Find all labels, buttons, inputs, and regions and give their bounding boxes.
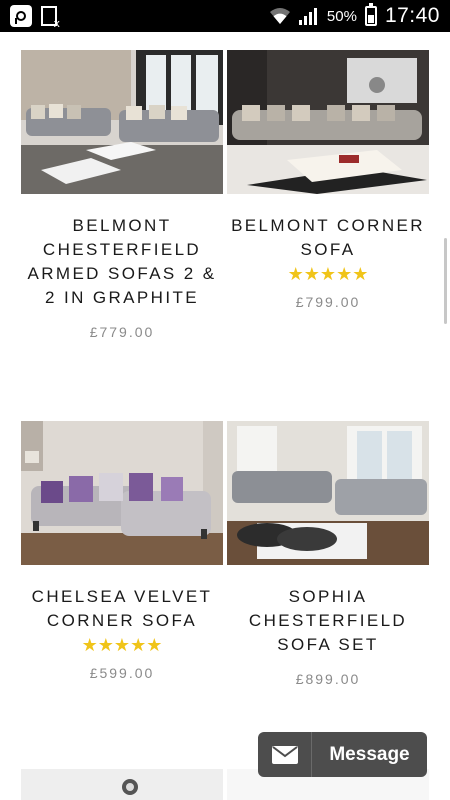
signal-icon (298, 8, 317, 25)
product-grid: BELMONT CHESTERFIELD ARMED SOFAS 2 & 2 I… (0, 32, 450, 800)
battery-percentage: 50% (326, 7, 357, 25)
clock-time: 17:40 (384, 4, 440, 27)
product-price: £599.00 (89, 665, 155, 681)
product-card-sophia-chesterfield[interactable]: SOPHIA CHESTERFIELD SOFA SET £899.00 (227, 421, 429, 687)
product-image[interactable] (227, 421, 429, 565)
product-name[interactable]: SOPHIA CHESTERFIELD SOFA SET (227, 585, 429, 657)
rating-stars: ★★★★★ (287, 264, 369, 284)
product-card-belmont-chesterfield[interactable]: BELMONT CHESTERFIELD ARMED SOFAS 2 & 2 I… (21, 50, 223, 340)
product-card-belmont-corner[interactable]: BELMONT CORNER SOFA ★★★★★ £799.00 (227, 50, 429, 310)
rating-stars: ★★★★★ (81, 635, 163, 655)
product-card-chelsea-velvet[interactable]: CHELSEA VELVET CORNER SOFA ★★★★★ £599.00 (21, 421, 223, 681)
wifi-icon (269, 8, 290, 24)
product-price: £899.00 (295, 671, 361, 687)
envelope-icon (258, 732, 312, 777)
product-name[interactable]: CHELSEA VELVET CORNER SOFA (21, 585, 223, 633)
product-image-partial[interactable] (21, 769, 223, 800)
scrollbar[interactable] (444, 238, 447, 324)
product-image[interactable] (21, 50, 223, 194)
battery-icon (364, 3, 377, 26)
message-button-label[interactable]: Message (312, 744, 427, 766)
product-image[interactable] (227, 50, 429, 194)
status-bar: 50% 17:40 (0, 0, 450, 32)
document-icon (40, 5, 60, 30)
product-image[interactable] (21, 421, 223, 565)
product-price: £779.00 (89, 324, 155, 340)
app-notification-icon (10, 5, 32, 27)
product-image (122, 779, 138, 795)
message-button[interactable]: Message (258, 732, 427, 777)
product-name[interactable]: BELMONT CHESTERFIELD ARMED SOFAS 2 & 2 I… (21, 214, 223, 310)
product-name[interactable]: BELMONT CORNER SOFA (227, 214, 429, 262)
product-price: £799.00 (295, 294, 361, 310)
